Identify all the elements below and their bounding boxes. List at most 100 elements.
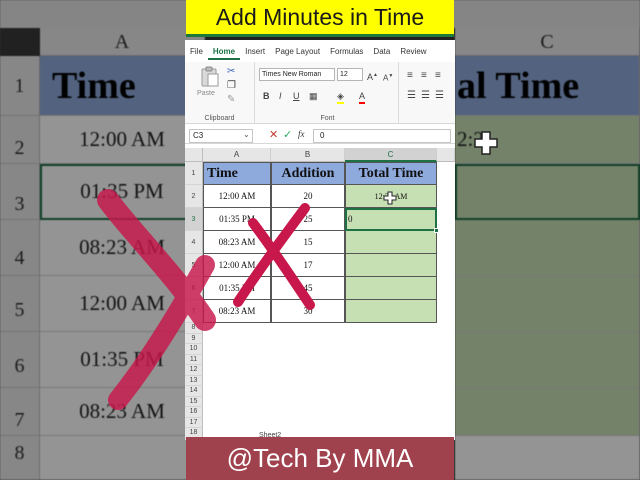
- spreadsheet-grid: A B C 1234567891011121314151617181920 Ti…: [185, 148, 455, 440]
- row-header[interactable]: 17: [185, 417, 203, 428]
- bg-time-cell: 01:35 PM: [40, 164, 205, 220]
- tab-home[interactable]: Home: [207, 44, 241, 60]
- row-header[interactable]: 2: [185, 185, 203, 208]
- bg-total-cell: [455, 388, 640, 436]
- bg-empty-cell: [455, 436, 640, 480]
- decrease-font-icon[interactable]: A▼: [383, 70, 393, 85]
- excel-window: File Home Insert Page Layout Formulas Da…: [185, 40, 455, 440]
- time-cell[interactable]: 08:23 AM: [203, 231, 271, 254]
- column-header-b[interactable]: B: [271, 148, 345, 162]
- align-center-icon[interactable]: ☰: [421, 90, 430, 102]
- column-header-c[interactable]: C: [345, 148, 437, 162]
- font-size-select[interactable]: 12: [337, 68, 363, 81]
- addition-cell[interactable]: 30: [271, 300, 345, 323]
- tab-page-layout[interactable]: Page Layout: [270, 44, 325, 60]
- row-header[interactable]: 13: [185, 375, 203, 386]
- header-time[interactable]: Time: [203, 162, 271, 185]
- font-group: Times New Roman 12 A▲ A▼ B I U ▦ ◈ A Fon…: [257, 62, 399, 124]
- clipboard-label: Clipboard: [204, 115, 235, 122]
- ribbon: Paste ✂ ❐ ✎ Clipboard Times New Roman 12…: [185, 62, 455, 124]
- align-middle-icon[interactable]: ≡: [421, 70, 427, 82]
- row-header[interactable]: 6: [185, 277, 203, 300]
- copy-icon[interactable]: ❐: [227, 80, 236, 92]
- total-time-cell[interactable]: 0: [345, 208, 437, 231]
- tab-review[interactable]: Review: [395, 44, 431, 60]
- addition-cell[interactable]: 25: [271, 208, 345, 231]
- bg-row-header: 3: [0, 164, 40, 220]
- row-header[interactable]: 10: [185, 344, 203, 355]
- bg-row-header: 2: [0, 116, 40, 164]
- total-time-cell[interactable]: [345, 254, 437, 277]
- align-left-icon[interactable]: ☰: [407, 90, 416, 102]
- formula-input[interactable]: 0: [313, 129, 451, 143]
- row-header[interactable]: 11: [185, 354, 203, 365]
- borders-icon[interactable]: ▦: [309, 90, 318, 102]
- tab-file[interactable]: File: [185, 44, 208, 60]
- tab-data[interactable]: Data: [368, 44, 395, 60]
- cut-icon[interactable]: ✂: [227, 66, 235, 78]
- bg-row-header: 5: [0, 276, 40, 332]
- row-header[interactable]: 3: [185, 208, 203, 231]
- align-right-icon[interactable]: ☰: [435, 90, 444, 102]
- row-header[interactable]: 5: [185, 254, 203, 277]
- row-header[interactable]: 4: [185, 231, 203, 254]
- column-header-d[interactable]: [437, 148, 455, 162]
- fill-color-icon[interactable]: ◈: [337, 90, 344, 104]
- bg-header-total-time: al Time: [455, 56, 640, 116]
- total-time-cell[interactable]: [345, 300, 437, 323]
- addition-cell[interactable]: 17: [271, 254, 345, 277]
- bold-icon[interactable]: B: [263, 90, 270, 102]
- total-time-cell[interactable]: 12:20 AM: [345, 185, 437, 208]
- bg-column-header-a: A: [40, 28, 205, 56]
- cancel-icon[interactable]: ✕: [269, 128, 278, 141]
- align-bottom-icon[interactable]: ≡: [435, 70, 441, 82]
- increase-font-icon[interactable]: A▲: [367, 69, 378, 83]
- time-cell[interactable]: 12:00 AM: [203, 185, 271, 208]
- total-time-cell[interactable]: [345, 277, 437, 300]
- time-cell[interactable]: 01:35 PM: [203, 208, 271, 231]
- addition-cell[interactable]: 20: [271, 185, 345, 208]
- footer-banner: @Tech By MMA: [186, 437, 454, 480]
- row-header[interactable]: 8: [185, 323, 203, 334]
- row-header[interactable]: 1: [185, 162, 203, 185]
- underline-icon[interactable]: U: [293, 90, 300, 102]
- bg-header-time: Time: [40, 56, 205, 116]
- formula-bar: C3 ⌄ ✕ ✓ fx 0: [185, 128, 455, 144]
- time-cell[interactable]: 12:00 AM: [203, 254, 271, 277]
- row-header[interactable]: 7: [185, 300, 203, 323]
- header-total-time[interactable]: Total Time: [345, 162, 437, 185]
- fill-handle[interactable]: [434, 228, 439, 233]
- total-time-cell[interactable]: [345, 231, 437, 254]
- bg-empty-cell: [40, 436, 205, 480]
- row-header[interactable]: 16: [185, 407, 203, 418]
- alignment-group: ≡ ≡ ≡ ☰ ☰ ☰: [401, 62, 455, 124]
- column-header-a[interactable]: A: [203, 148, 271, 162]
- format-painter-icon[interactable]: ✎: [227, 94, 235, 106]
- row-header[interactable]: 9: [185, 333, 203, 344]
- align-top-icon[interactable]: ≡: [407, 70, 413, 82]
- row-header[interactable]: 15: [185, 396, 203, 407]
- bg-row-header: 7: [0, 388, 40, 436]
- time-cell[interactable]: 08:23 AM: [203, 300, 271, 323]
- select-all-corner[interactable]: [185, 148, 203, 162]
- addition-cell[interactable]: 45: [271, 277, 345, 300]
- bg-time-cell: 08:23 AM: [40, 220, 205, 276]
- time-cell[interactable]: 01:35 PM: [203, 277, 271, 300]
- font-name-select[interactable]: Times New Roman: [259, 68, 335, 81]
- italic-icon[interactable]: I: [279, 90, 282, 102]
- name-box-dropdown-icon[interactable]: ⌄: [243, 130, 250, 139]
- tab-formulas[interactable]: Formulas: [325, 44, 368, 60]
- tab-insert[interactable]: Insert: [240, 44, 270, 60]
- paste-button[interactable]: Paste: [197, 66, 223, 102]
- header-addition[interactable]: Addition: [271, 162, 345, 185]
- row-header[interactable]: 12: [185, 365, 203, 376]
- bg-time-cell: 08:23 AM: [40, 388, 205, 436]
- clipboard-group: Paste ✂ ❐ ✎ Clipboard: [185, 62, 255, 124]
- font-label: Font: [320, 115, 335, 122]
- fx-icon[interactable]: fx: [298, 129, 305, 139]
- enter-icon[interactable]: ✓: [283, 128, 292, 141]
- addition-cell[interactable]: 15: [271, 231, 345, 254]
- bg-total-cell: [455, 164, 640, 220]
- font-color-icon[interactable]: A: [359, 90, 366, 104]
- row-header[interactable]: 14: [185, 386, 203, 397]
